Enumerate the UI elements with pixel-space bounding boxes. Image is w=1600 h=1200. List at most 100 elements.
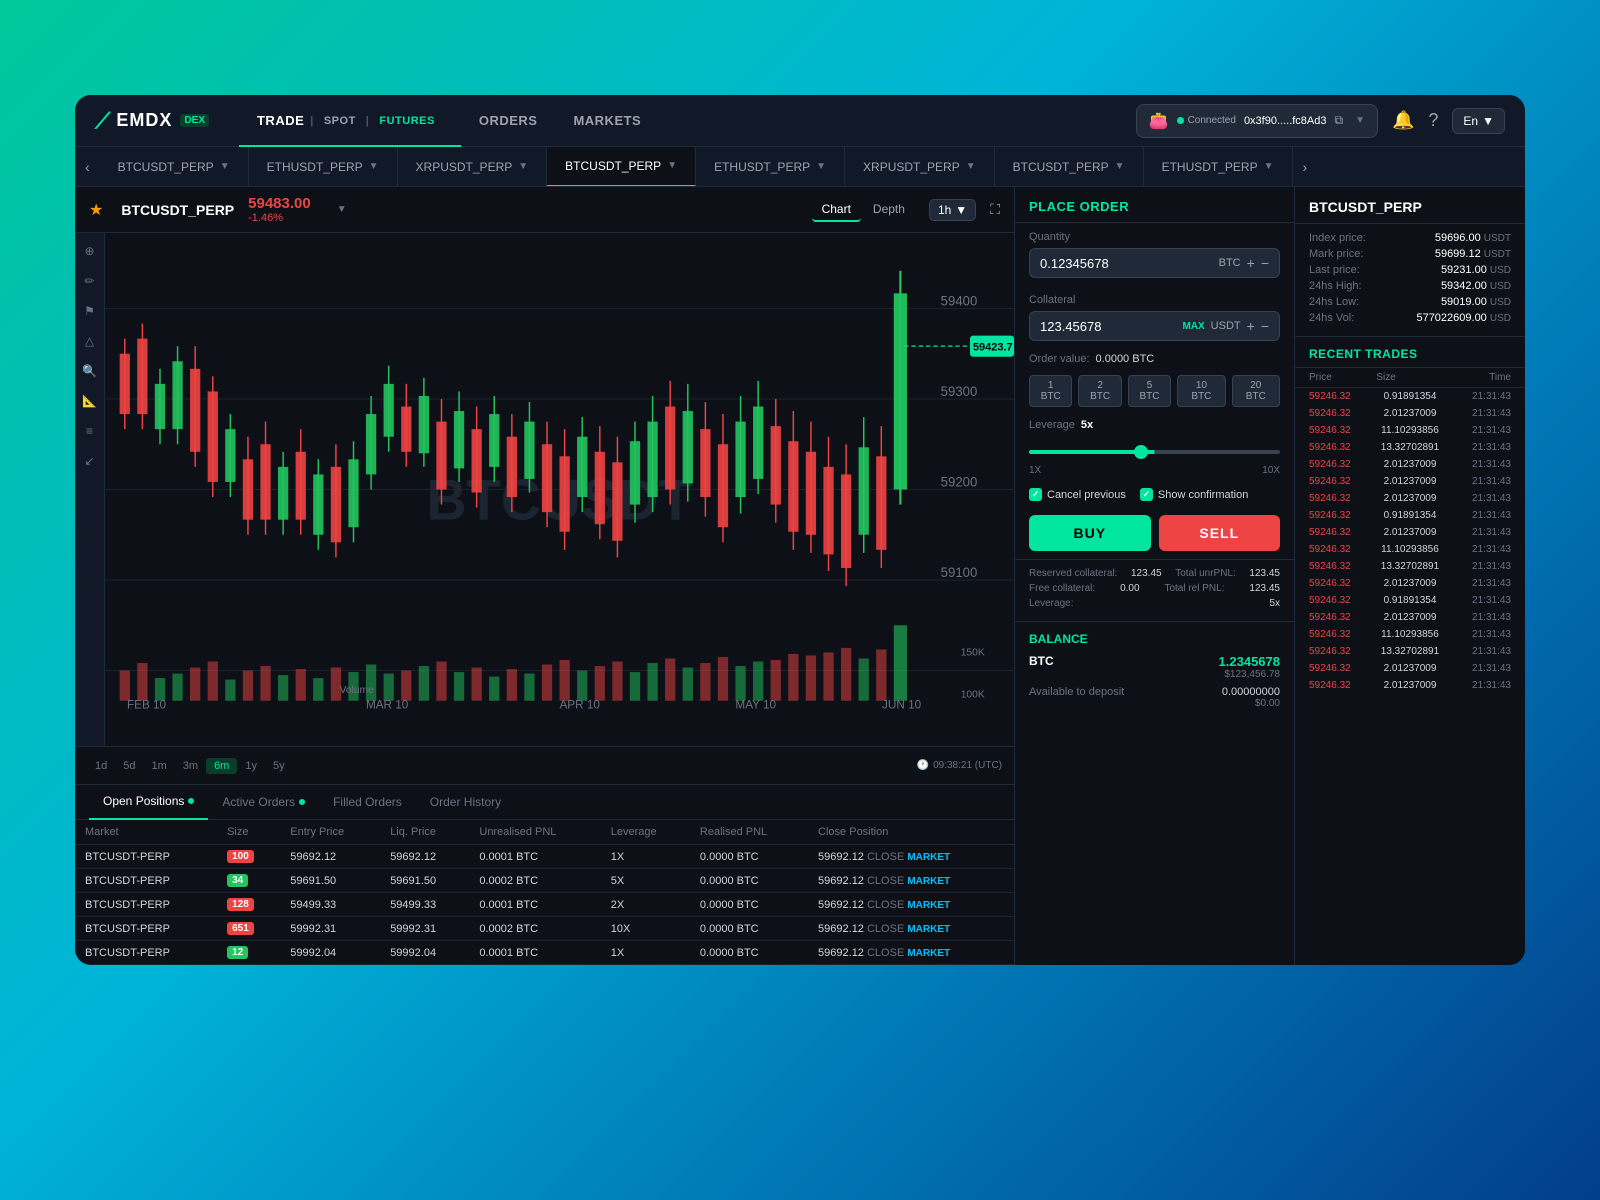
fullscreen-button[interactable]: ⛶ [990,201,1000,218]
ticker-btcusdt-3[interactable]: BTCUSDT_PERP▼ [995,147,1144,187]
svg-text:150K: 150K [961,647,985,658]
max-button[interactable]: MAX [1182,321,1204,332]
reserved-collateral-row: Reserved collateral: 123.45 Total unrPNL… [1029,568,1280,579]
tab-active-orders[interactable]: Active Orders [208,784,319,820]
info-price-row: 24hs Vol: 577022609.00 USD [1309,312,1511,324]
leverage-slider[interactable] [1029,450,1280,454]
zoom-tool[interactable]: 🔍 [80,361,100,381]
settings-tool[interactable]: ≡ [80,421,100,441]
timeframe-selector[interactable]: 1h ▼ [929,199,976,221]
info-price-row: Last price: 59231.00 USD [1309,264,1511,276]
trade-row: 59246.32 2.01237009 21:31:43 [1295,456,1525,473]
ticker-btcusdt-1[interactable]: BTCUSDT_PERP▼ [100,147,249,187]
symbol-dropdown-icon[interactable]: ▼ [337,204,347,215]
nav-orders[interactable]: ORDERS [461,95,556,147]
ticker-btcusdt-2-active[interactable]: BTCUSDT_PERP▼ [547,147,696,187]
nav-spot[interactable]: SPOT [316,95,364,147]
triangle-tool[interactable]: △ [80,331,100,351]
collateral-plus-button[interactable]: + [1247,318,1255,334]
ticker-next-button[interactable]: › [1293,159,1318,175]
favorite-star-icon[interactable]: ★ [89,200,103,220]
cancel-prev-check-box: ✓ [1029,488,1042,501]
tf-3m[interactable]: 3m [175,758,206,774]
collateral-minus-button[interactable]: − [1261,318,1269,334]
buy-button[interactable]: BUY [1029,515,1151,551]
nav-trade[interactable]: TRADE | SPOT | FUTURES [239,95,461,147]
wallet-dropdown-icon[interactable]: ▼ [1355,115,1365,126]
size-badge: 128 [227,898,254,911]
chart-price-block: 59483.00 -1.46% [248,195,311,224]
sell-button[interactable]: SELL [1159,515,1281,551]
trade-row: 59246.32 13.32702891 21:31:43 [1295,558,1525,575]
preset-1btc[interactable]: 1 BTC [1029,375,1072,407]
col-realised-pnl: Realised PNL [690,820,808,845]
preset-2btc[interactable]: 2 BTC [1078,375,1121,407]
close-market-button[interactable]: MARKET [907,876,950,887]
quantity-minus-button[interactable]: − [1261,255,1269,271]
chart-tab-chart[interactable]: Chart [812,198,861,222]
tf-6m[interactable]: 6m [206,758,237,774]
quantity-plus-button[interactable]: + [1247,255,1255,271]
ticker-xrpusdt-1[interactable]: XRPUSDT_PERP▼ [398,147,548,187]
tab-open-positions[interactable]: Open Positions [89,784,208,820]
copy-icon[interactable]: ⧉ [1335,113,1344,128]
show-confirmation-checkbox[interactable]: ✓ Show confirmation [1140,488,1249,501]
tf-1d[interactable]: 1d [87,758,115,774]
close-button[interactable]: CLOSE [867,875,904,887]
trade-row: 59246.32 11.10293856 21:31:43 [1295,422,1525,439]
balance-amount: 1.2345678 $123,456.78 [1219,654,1280,680]
svg-text:59200: 59200 [941,474,978,489]
tf-1y[interactable]: 1y [237,758,265,774]
language-button[interactable]: En ▼ [1452,108,1505,134]
ticker-ethusdt-1[interactable]: ETHUSDT_PERP▼ [249,147,398,187]
ticker-dropdown-icon-2: ▼ [369,161,379,172]
preset-10btc[interactable]: 10 BTC [1177,375,1225,407]
cancel-previous-checkbox[interactable]: ✓ Cancel previous [1029,488,1126,501]
tab-order-history[interactable]: Order History [416,784,515,820]
trade-row: 59246.32 13.32702891 21:31:43 [1295,643,1525,660]
chart-panel: ★ BTCUSDT_PERP 59483.00 -1.46% ▼ Chart D… [75,187,1015,965]
tab-filled-orders[interactable]: Filled Orders [319,784,416,820]
svg-text:59400: 59400 [941,293,978,308]
close-market-button[interactable]: MARKET [907,900,950,911]
chart-tab-depth[interactable]: Depth [863,198,915,222]
tf-1m[interactable]: 1m [144,758,175,774]
close-button[interactable]: CLOSE [867,923,904,935]
help-button[interactable]: ? [1428,110,1438,131]
ticker-prev-button[interactable]: ‹ [75,159,100,175]
close-button[interactable]: CLOSE [867,947,904,959]
ticker-ethusdt-3[interactable]: ETHUSDT_PERP▼ [1144,147,1293,187]
tf-5y[interactable]: 5y [265,758,293,774]
ticker-dropdown-icon-6: ▼ [966,161,976,172]
collateral-input[interactable] [1040,319,1176,334]
nav-futures[interactable]: FUTURES [371,95,442,147]
preset-20btc[interactable]: 20 BTC [1232,375,1280,407]
close-button[interactable]: CLOSE [867,899,904,911]
wallet-button[interactable]: 👛 Connected 0x3f90.....fc8Ad3 ⧉ ▼ [1136,104,1378,138]
close-market-button[interactable]: MARKET [907,924,950,935]
svg-text:59423.7: 59423.7 [973,342,1013,354]
more-tool[interactable]: ↙ [80,451,100,471]
trade-row: 59246.32 11.10293856 21:31:43 [1295,626,1525,643]
flag-tool[interactable]: ⚑ [80,301,100,321]
nav-markets[interactable]: MARKETS [555,95,659,147]
close-market-button[interactable]: MARKET [907,852,950,863]
open-positions-table: Market Size Entry Price Liq. Price Unrea… [75,820,1014,965]
crosshair-tool[interactable]: ⊕ [80,241,100,261]
svg-text:FEB 10: FEB 10 [127,697,166,711]
tf-5d[interactable]: 5d [115,758,143,774]
measure-tool[interactable]: 📐 [80,391,100,411]
close-button[interactable]: CLOSE [867,851,904,863]
notifications-button[interactable]: 🔔 [1392,110,1414,131]
quantity-input[interactable] [1040,256,1213,271]
ticker-ethusdt-2[interactable]: ETHUSDT_PERP▼ [696,147,845,187]
col-close-position: Close Position [808,820,1014,845]
ticker-dropdown-icon-7: ▼ [1115,161,1125,172]
info-price-row: 24hs Low: 59019.00 USD [1309,296,1511,308]
draw-tool[interactable]: ✏ [80,271,100,291]
ticker-xrpusdt-2[interactable]: XRPUSDT_PERP▼ [845,147,995,187]
preset-5btc[interactable]: 5 BTC [1128,375,1171,407]
close-market-button[interactable]: MARKET [907,948,950,959]
balance-section: BALANCE BTC 1.2345678 $123,456.78 Availa… [1015,621,1294,719]
wallet-connected: Connected [1177,115,1236,126]
